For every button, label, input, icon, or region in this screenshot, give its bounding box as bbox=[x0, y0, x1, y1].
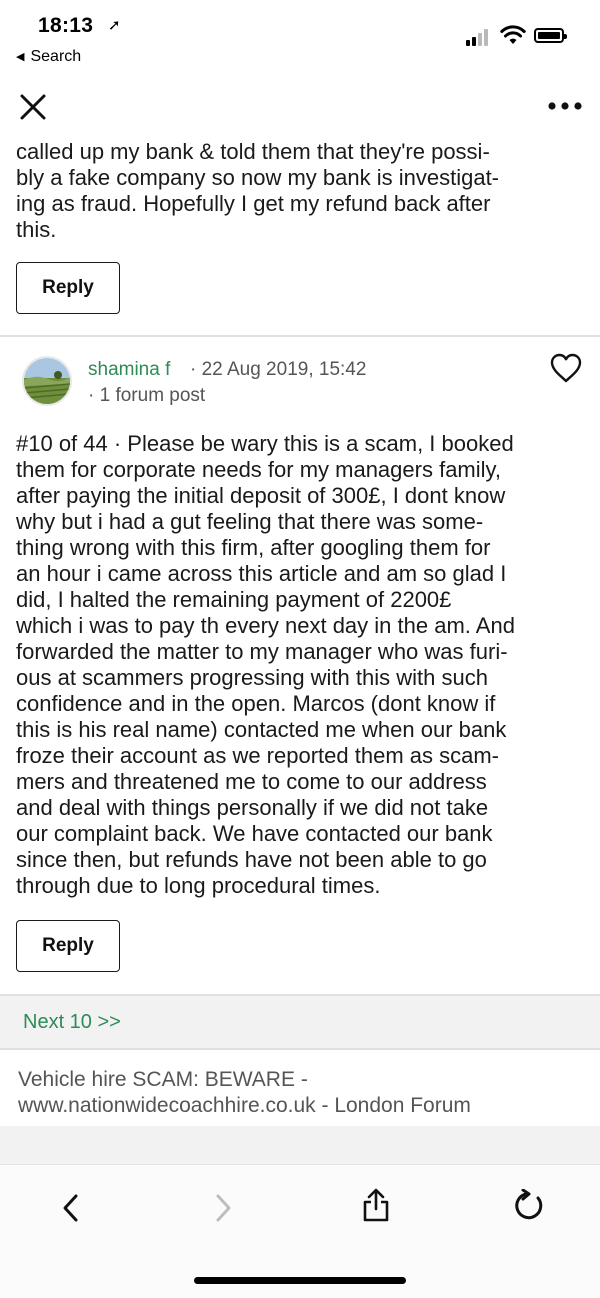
location-arrow-icon: ➚ bbox=[108, 17, 121, 34]
wifi-icon bbox=[500, 25, 526, 44]
signal-icon bbox=[466, 28, 492, 46]
author-name-link[interactable]: shamina f bbox=[88, 359, 170, 381]
back-to-app-link[interactable]: ◀ Search bbox=[16, 48, 81, 66]
next-page-link[interactable]: Next 10 >> bbox=[23, 1011, 121, 1034]
status-time: 18:13 bbox=[38, 14, 94, 37]
post-body-text: #10 of 44 · Please be wary this is a sca… bbox=[16, 431, 515, 898]
heart-icon[interactable] bbox=[549, 352, 583, 384]
chevron-left-icon[interactable] bbox=[60, 1193, 82, 1223]
landscape-avatar-image bbox=[24, 358, 70, 404]
home-indicator bbox=[194, 1277, 406, 1284]
author-post-count: · 1 forum post bbox=[88, 385, 206, 406]
back-triangle-icon: ◀ bbox=[16, 51, 25, 63]
back-app-label: Search bbox=[30, 48, 82, 65]
avatar[interactable] bbox=[22, 356, 72, 406]
battery-icon bbox=[534, 28, 567, 43]
share-icon[interactable] bbox=[361, 1187, 391, 1223]
reply-button[interactable]: Reply bbox=[16, 920, 120, 972]
section-spacer bbox=[0, 1126, 600, 1164]
thread-title-link[interactable]: Vehicle hire SCAM: BEWARE - www.nationwi… bbox=[18, 1067, 588, 1119]
post-divider bbox=[0, 335, 600, 337]
chevron-right-icon[interactable] bbox=[212, 1193, 234, 1223]
more-icon[interactable] bbox=[546, 96, 586, 116]
refresh-icon[interactable] bbox=[512, 1189, 546, 1223]
post-date: · 22 Aug 2019, 15:42 bbox=[190, 359, 367, 380]
previous-post-text: called up my bank & told them that they'… bbox=[16, 139, 500, 242]
reply-button[interactable]: Reply bbox=[16, 262, 120, 314]
close-icon[interactable] bbox=[18, 92, 48, 122]
